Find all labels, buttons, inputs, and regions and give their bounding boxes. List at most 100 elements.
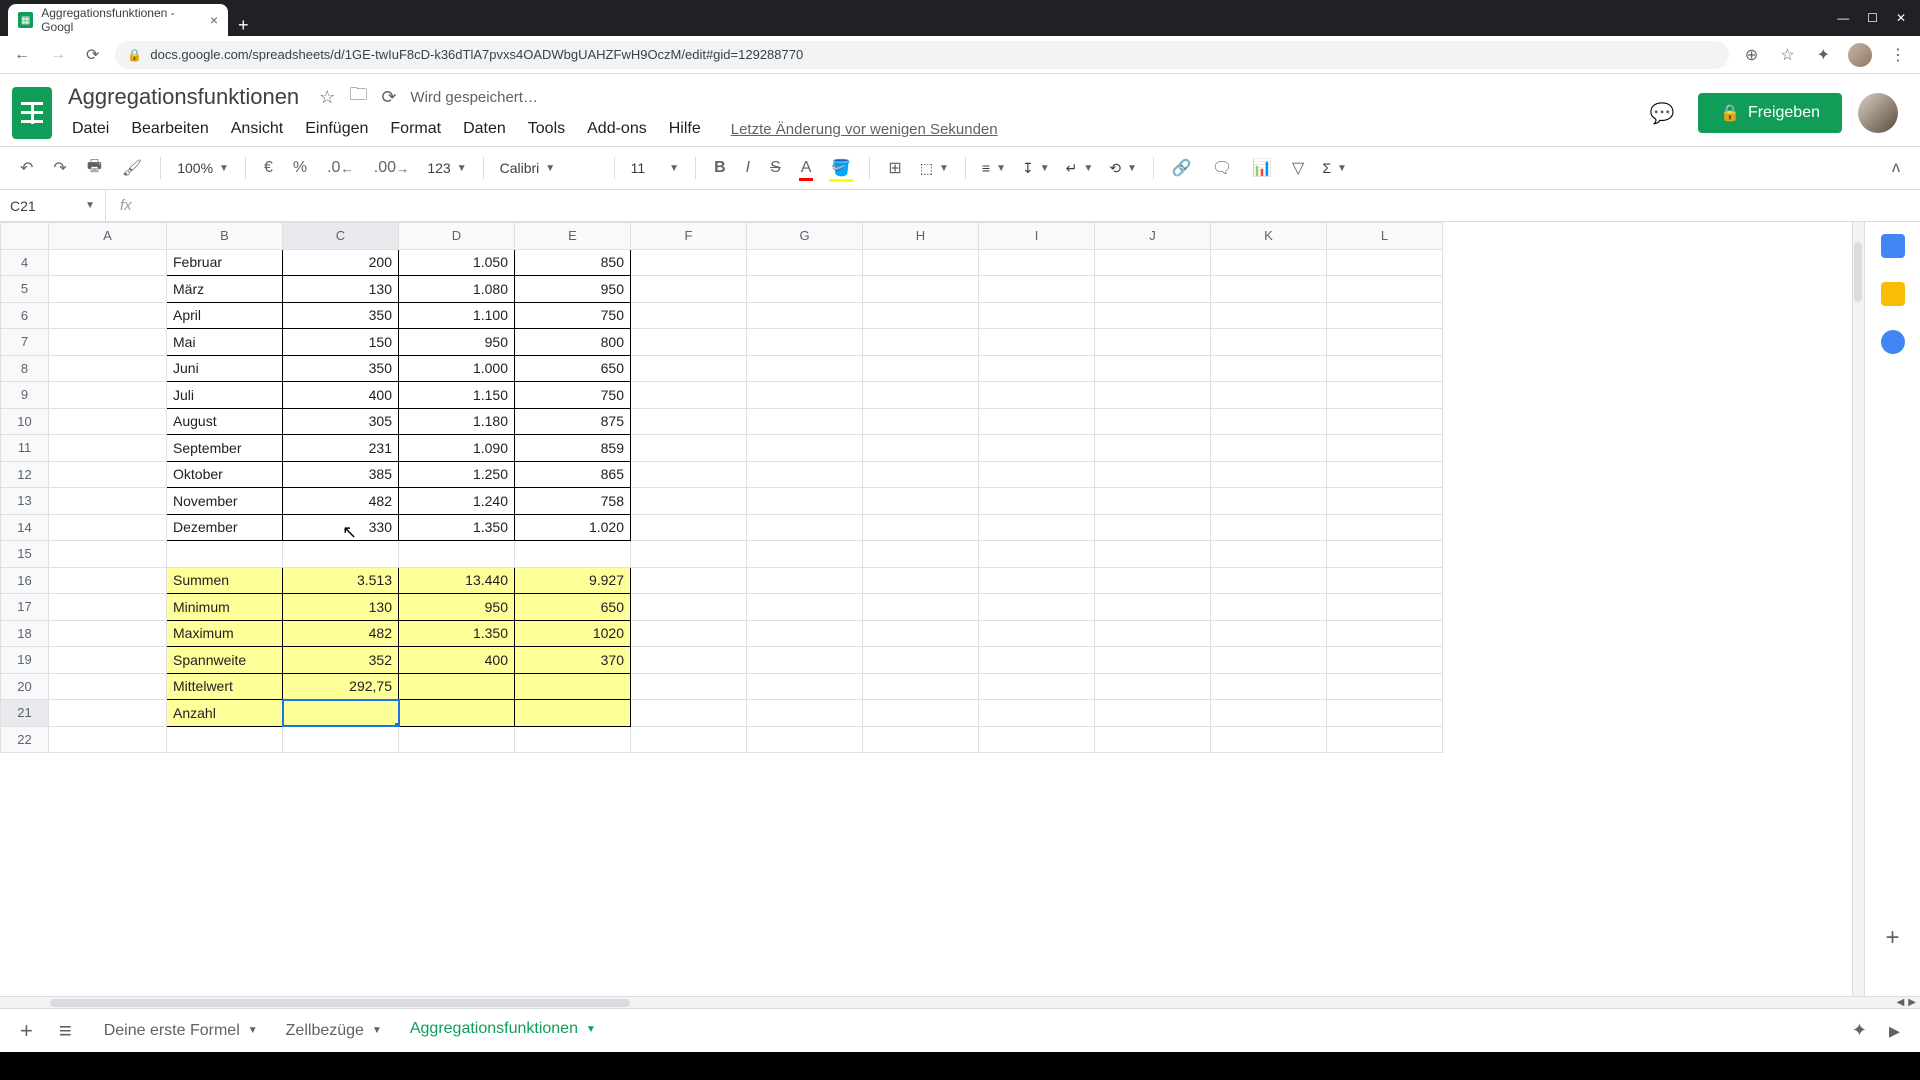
- cell-E17[interactable]: 650: [515, 594, 631, 621]
- cell-F17[interactable]: [631, 594, 747, 621]
- cell-G4[interactable]: [747, 249, 863, 276]
- cell-D7[interactable]: 950: [399, 329, 515, 356]
- cell-E16[interactable]: 9.927: [515, 567, 631, 594]
- vertical-scrollbar[interactable]: [1852, 222, 1864, 996]
- cell-L15[interactable]: [1327, 541, 1443, 568]
- cell-E19[interactable]: 370: [515, 647, 631, 674]
- horizontal-scrollbar[interactable]: ◀▶: [0, 996, 1920, 1008]
- cell-I14[interactable]: [979, 514, 1095, 541]
- account-avatar[interactable]: [1858, 93, 1898, 133]
- cell-H4[interactable]: [863, 249, 979, 276]
- cell-B18[interactable]: Maximum: [167, 620, 283, 647]
- cell-I10[interactable]: [979, 408, 1095, 435]
- cell-C18[interactable]: 482: [283, 620, 399, 647]
- cell-B16[interactable]: Summen: [167, 567, 283, 594]
- profile-avatar[interactable]: [1848, 43, 1872, 67]
- document-title[interactable]: Aggregationsfunktionen: [62, 82, 305, 112]
- cell-A14[interactable]: [49, 514, 167, 541]
- increase-decimal-button[interactable]: .00→: [366, 153, 418, 183]
- cell-J10[interactable]: [1095, 408, 1211, 435]
- cell-H18[interactable]: [863, 620, 979, 647]
- cell-B20[interactable]: Mittelwert: [167, 673, 283, 700]
- cell-D9[interactable]: 1.150: [399, 382, 515, 409]
- column-header-I[interactable]: I: [979, 223, 1095, 250]
- cell-B12[interactable]: Oktober: [167, 461, 283, 488]
- keep-icon[interactable]: [1881, 282, 1905, 306]
- cell-L8[interactable]: [1327, 355, 1443, 382]
- cell-H10[interactable]: [863, 408, 979, 435]
- h-align-select[interactable]: ≡▼: [976, 156, 1012, 180]
- cell-D22[interactable]: [399, 726, 515, 753]
- cell-A18[interactable]: [49, 620, 167, 647]
- italic-icon[interactable]: I: [738, 153, 758, 183]
- sheet-tab[interactable]: Aggregationsfunktionen▼: [396, 1012, 610, 1049]
- menu-tools[interactable]: Tools: [518, 114, 575, 144]
- cell-H11[interactable]: [863, 435, 979, 462]
- cell-L6[interactable]: [1327, 302, 1443, 329]
- currency-button[interactable]: €: [256, 153, 281, 183]
- cell-B22[interactable]: [167, 726, 283, 753]
- cell-K19[interactable]: [1211, 647, 1327, 674]
- menu-daten[interactable]: Daten: [453, 114, 516, 144]
- column-header-F[interactable]: F: [631, 223, 747, 250]
- column-header-C[interactable]: C: [283, 223, 399, 250]
- cell-G13[interactable]: [747, 488, 863, 515]
- select-all-corner[interactable]: [1, 223, 49, 250]
- column-header-J[interactable]: J: [1095, 223, 1211, 250]
- cell-E15[interactable]: [515, 541, 631, 568]
- redo-icon[interactable]: ↷: [45, 152, 74, 184]
- cell-L14[interactable]: [1327, 514, 1443, 541]
- cell-D11[interactable]: 1.090: [399, 435, 515, 462]
- cell-D6[interactable]: 1.100: [399, 302, 515, 329]
- row-header-22[interactable]: 22: [1, 726, 49, 753]
- cell-A19[interactable]: [49, 647, 167, 674]
- cell-L16[interactable]: [1327, 567, 1443, 594]
- borders-icon[interactable]: ⊞: [880, 152, 909, 184]
- cell-F14[interactable]: [631, 514, 747, 541]
- cell-L9[interactable]: [1327, 382, 1443, 409]
- cell-G17[interactable]: [747, 594, 863, 621]
- row-header-18[interactable]: 18: [1, 620, 49, 647]
- cell-H13[interactable]: [863, 488, 979, 515]
- cell-F19[interactable]: [631, 647, 747, 674]
- cell-J20[interactable]: [1095, 673, 1211, 700]
- all-sheets-button[interactable]: ≡: [51, 1014, 80, 1048]
- menu-hilfe[interactable]: Hilfe: [659, 114, 711, 144]
- cell-H8[interactable]: [863, 355, 979, 382]
- cell-J8[interactable]: [1095, 355, 1211, 382]
- strikethrough-icon[interactable]: S: [762, 153, 789, 183]
- cell-E12[interactable]: 865: [515, 461, 631, 488]
- cell-K7[interactable]: [1211, 329, 1327, 356]
- extensions-icon[interactable]: ✦: [1813, 41, 1834, 69]
- percent-button[interactable]: %: [285, 153, 315, 183]
- cell-F22[interactable]: [631, 726, 747, 753]
- cell-D18[interactable]: 1.350: [399, 620, 515, 647]
- cell-H22[interactable]: [863, 726, 979, 753]
- browser-menu-icon[interactable]: ⋮: [1886, 41, 1910, 69]
- sheet-tab[interactable]: Deine erste Formel▼: [90, 1012, 272, 1049]
- cell-F9[interactable]: [631, 382, 747, 409]
- cell-L7[interactable]: [1327, 329, 1443, 356]
- cell-I19[interactable]: [979, 647, 1095, 674]
- cell-B7[interactable]: Mai: [167, 329, 283, 356]
- number-format-select[interactable]: 123▼: [421, 156, 472, 180]
- cell-D4[interactable]: 1.050: [399, 249, 515, 276]
- cell-K9[interactable]: [1211, 382, 1327, 409]
- cell-K14[interactable]: [1211, 514, 1327, 541]
- cell-B11[interactable]: September: [167, 435, 283, 462]
- row-header-15[interactable]: 15: [1, 541, 49, 568]
- cell-G10[interactable]: [747, 408, 863, 435]
- row-header-14[interactable]: 14: [1, 514, 49, 541]
- cell-J4[interactable]: [1095, 249, 1211, 276]
- bold-icon[interactable]: B: [706, 153, 734, 183]
- cell-C6[interactable]: 350: [283, 302, 399, 329]
- cell-L13[interactable]: [1327, 488, 1443, 515]
- formula-input[interactable]: [146, 190, 1920, 221]
- cell-H15[interactable]: [863, 541, 979, 568]
- row-header-4[interactable]: 4: [1, 249, 49, 276]
- forward-icon[interactable]: →: [46, 42, 70, 68]
- cell-F21[interactable]: [631, 700, 747, 727]
- cell-C4[interactable]: 200: [283, 249, 399, 276]
- cell-B9[interactable]: Juli: [167, 382, 283, 409]
- text-color-icon[interactable]: A: [793, 153, 820, 183]
